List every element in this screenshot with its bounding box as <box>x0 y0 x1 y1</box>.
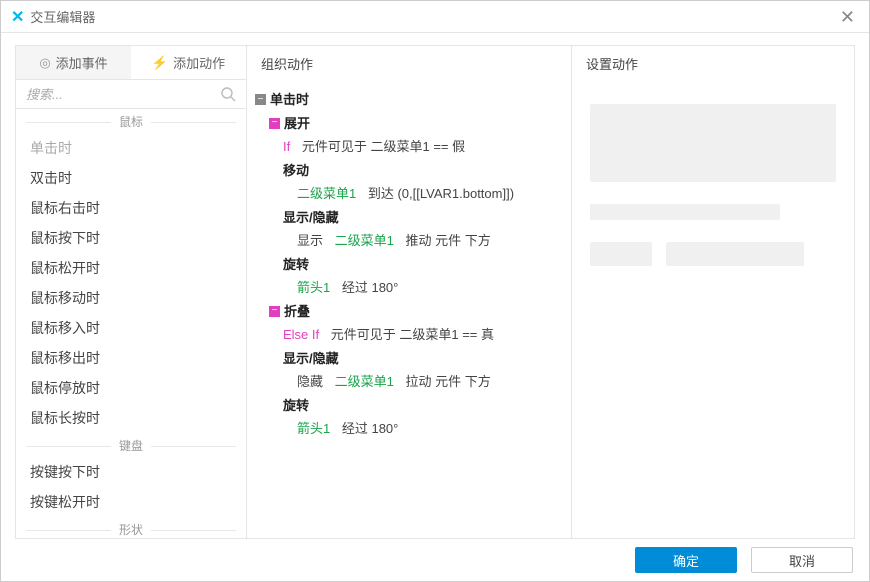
condition-text[interactable]: 元件可见于 二级菜单1 == 真 <box>331 325 494 345</box>
event-item[interactable]: 鼠标移出时 <box>16 343 246 373</box>
target-name[interactable]: 二级菜单1 <box>297 184 356 204</box>
tree-case-node[interactable]: 折叠 <box>284 302 310 322</box>
titlebar: ✕ 交互编辑器 ✕ <box>1 1 869 33</box>
event-item[interactable]: 鼠标长按时 <box>16 403 246 433</box>
settings-panel: 设置动作 <box>572 45 855 539</box>
actions-panel: 组织动作 − 单击时 − 展开 If 元件可见于 二级菜单1 == 假 移动 二… <box>247 45 572 539</box>
collapse-icon[interactable]: − <box>269 118 280 129</box>
target-name[interactable]: 二级菜单1 <box>335 231 394 251</box>
settings-placeholder-big <box>590 104 836 182</box>
bolt-icon: ⚡ <box>152 55 168 71</box>
settings-placeholder-bar <box>590 204 780 220</box>
settings-placeholder-small <box>590 242 652 266</box>
event-item[interactable]: 鼠标移动时 <box>16 283 246 313</box>
tab-label: 添加事件 <box>56 53 108 72</box>
search-icon[interactable] <box>220 86 236 102</box>
action-title[interactable]: 显示/隐藏 <box>283 208 339 228</box>
collapse-icon[interactable]: − <box>269 306 280 317</box>
cancel-button[interactable]: 取消 <box>751 547 853 573</box>
event-item[interactable]: 鼠标松开时 <box>16 253 246 283</box>
target-name[interactable]: 二级菜单1 <box>335 372 394 392</box>
event-item[interactable]: 鼠标右击时 <box>16 193 246 223</box>
action-title[interactable]: 旋转 <box>283 396 309 416</box>
search-input[interactable] <box>26 87 220 102</box>
if-keyword: If <box>283 137 290 157</box>
settings-placeholder-small <box>666 242 804 266</box>
action-detail: 推动 元件 下方 <box>406 231 491 251</box>
action-tree[interactable]: − 单击时 − 展开 If 元件可见于 二级菜单1 == 假 移动 二级菜单1 … <box>247 80 571 538</box>
action-detail: 到达 (0,[[LVAR1.bottom]]) <box>368 184 514 204</box>
tree-case-node[interactable]: 展开 <box>284 114 310 134</box>
target-icon: ◎ <box>39 55 50 71</box>
right-heading: 设置动作 <box>572 46 854 80</box>
window-title: 交互编辑器 <box>30 7 95 26</box>
tab-add-action[interactable]: ⚡ 添加动作 <box>131 46 246 79</box>
action-title[interactable]: 显示/隐藏 <box>283 349 339 369</box>
settings-body <box>572 80 854 538</box>
event-list[interactable]: 鼠标 单击时 双击时 鼠标右击时 鼠标按下时 鼠标松开时 鼠标移动时 鼠标移入时… <box>16 109 246 538</box>
ok-button[interactable]: 确定 <box>635 547 737 573</box>
event-item[interactable]: 单击时 <box>16 133 246 163</box>
mid-heading: 组织动作 <box>247 46 571 80</box>
event-item[interactable]: 鼠标按下时 <box>16 223 246 253</box>
action-pre: 显示 <box>297 231 323 251</box>
event-item[interactable]: 鼠标移入时 <box>16 313 246 343</box>
app-logo: ✕ <box>11 7 24 27</box>
action-pre: 隐藏 <box>297 372 323 392</box>
tab-label: 添加动作 <box>173 53 225 72</box>
group-header-keyboard: 键盘 <box>16 437 246 455</box>
event-item[interactable]: 鼠标停放时 <box>16 373 246 403</box>
left-tabs: ◎ 添加事件 ⚡ 添加动作 <box>16 46 246 80</box>
group-header-shape: 形状 <box>16 521 246 538</box>
tab-add-event[interactable]: ◎ 添加事件 <box>16 46 131 79</box>
event-item[interactable]: 按键按下时 <box>16 457 246 487</box>
elseif-keyword: Else If <box>283 325 319 345</box>
event-item[interactable]: 按键松开时 <box>16 487 246 517</box>
action-detail: 经过 180° <box>342 419 399 439</box>
action-detail: 拉动 元件 下方 <box>406 372 491 392</box>
settings-placeholder-row <box>590 242 836 266</box>
collapse-icon[interactable]: − <box>255 94 266 105</box>
event-item[interactable]: 双击时 <box>16 163 246 193</box>
action-title[interactable]: 旋转 <box>283 255 309 275</box>
footer: 确定 取消 <box>1 539 869 581</box>
search-row <box>16 80 246 109</box>
target-name[interactable]: 箭头1 <box>297 419 330 439</box>
condition-text[interactable]: 元件可见于 二级菜单1 == 假 <box>302 137 465 157</box>
target-name[interactable]: 箭头1 <box>297 278 330 298</box>
action-title[interactable]: 移动 <box>283 161 309 181</box>
action-detail: 经过 180° <box>342 278 399 298</box>
group-header-mouse: 鼠标 <box>16 113 246 131</box>
tree-event-node[interactable]: 单击时 <box>270 90 309 110</box>
close-icon[interactable]: ✕ <box>836 6 859 28</box>
events-panel: ◎ 添加事件 ⚡ 添加动作 鼠标 单击时 双击时 鼠标右击时 鼠标按下时 鼠标松… <box>15 45 247 539</box>
main-content: ◎ 添加事件 ⚡ 添加动作 鼠标 单击时 双击时 鼠标右击时 鼠标按下时 鼠标松… <box>1 33 869 539</box>
